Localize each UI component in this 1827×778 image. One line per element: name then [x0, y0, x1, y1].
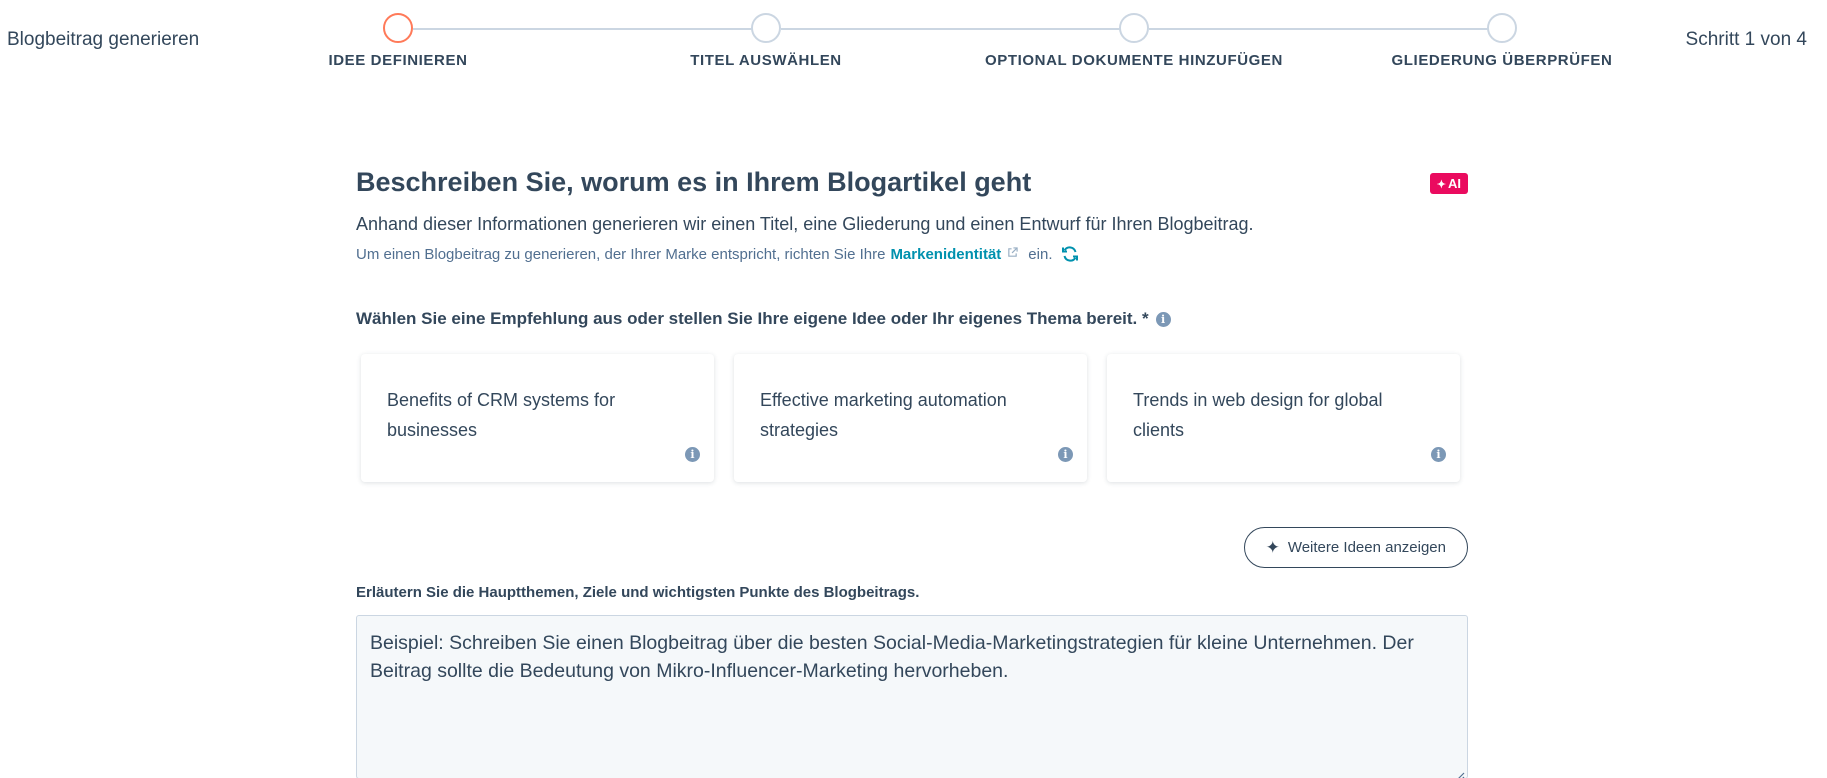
resize-handle-icon[interactable] — [1453, 769, 1465, 778]
step-indicator — [383, 13, 413, 43]
page-heading: Beschreiben Sie, worum es in Ihrem Bloga… — [356, 167, 1032, 197]
sparkle-icon: ✦ — [1265, 537, 1280, 557]
suggestion-cards: Benefits of CRM systems for businesses i… — [356, 354, 1468, 482]
step-indicator — [1119, 13, 1149, 43]
info-icon[interactable]: i — [685, 447, 700, 462]
step-label: GLIEDERUNG ÜBERPRÜFEN — [1391, 52, 1613, 69]
step-indicator — [1487, 13, 1517, 43]
suggestion-card-text: Effective marketing automation strategie… — [760, 390, 1007, 440]
idea-description-textarea[interactable] — [356, 615, 1468, 778]
more-ideas-row: ✦ Weitere Ideen anzeigen — [356, 527, 1468, 568]
page-subtitle: Anhand dieser Informationen generieren w… — [356, 214, 1254, 234]
app-title: Blogbeitrag generieren — [7, 29, 200, 50]
step-label: OPTIONAL DOKUMENTE HINZUFÜGEN — [985, 52, 1283, 69]
step-label: TITEL AUSWÄHLEN — [690, 52, 842, 69]
external-link-icon — [1007, 247, 1018, 261]
step-idee-definieren[interactable]: IDEE DEFINIEREN — [238, 13, 558, 69]
suggestion-card[interactable]: Trends in web design for global clients … — [1107, 354, 1460, 482]
info-icon[interactable]: i — [1431, 447, 1446, 462]
brand-hint-prefix: Um einen Blogbeitrag zu generieren, der … — [356, 245, 886, 263]
step-gliederung-ueberpruefen[interactable]: GLIEDERUNG ÜBERPRÜFEN — [1342, 13, 1662, 69]
step-label: IDEE DEFINIEREN — [328, 52, 468, 69]
step-titel-auswaehlen[interactable]: TITEL AUSWÄHLEN — [606, 13, 926, 69]
step-indicator — [751, 13, 781, 43]
more-ideas-button[interactable]: ✦ Weitere Ideen anzeigen — [1243, 527, 1468, 568]
suggestion-card-text: Trends in web design for global clients — [1133, 390, 1383, 440]
suggestions-label: Wählen Sie eine Empfehlung aus oder stel… — [356, 309, 1468, 329]
textarea-wrapper — [356, 615, 1468, 778]
refresh-icon[interactable] — [1061, 245, 1079, 263]
brand-identity-hint: Um einen Blogbeitrag zu generieren, der … — [356, 245, 1468, 263]
suggestion-card[interactable]: Benefits of CRM systems for businesses i — [361, 354, 714, 482]
main-content: Beschreiben Sie, worum es in Ihrem Bloga… — [356, 165, 1468, 778]
suggestion-card-text: Benefits of CRM systems for businesses — [387, 390, 616, 440]
suggestions-label-text: Wählen Sie eine Empfehlung aus oder stel… — [356, 309, 1149, 328]
info-icon[interactable]: i — [1058, 447, 1073, 462]
brand-identity-link[interactable]: Markenidentität — [890, 246, 1001, 263]
suggestion-card[interactable]: Effective marketing automation strategie… — [734, 354, 1087, 482]
info-icon[interactable]: i — [1155, 311, 1171, 327]
step-counter: Schritt 1 von 4 — [1685, 29, 1807, 50]
ai-badge: ✦ AI — [1429, 173, 1468, 194]
sparkle-icon: ✦ — [1436, 179, 1446, 191]
step-dokumente-hinzufuegen[interactable]: OPTIONAL DOKUMENTE HINZUFÜGEN — [974, 13, 1294, 69]
ai-badge-label: AI — [1448, 176, 1461, 191]
brand-hint-suffix: ein. — [1028, 245, 1053, 263]
more-ideas-button-label: Weitere Ideen anzeigen — [1287, 539, 1446, 556]
textarea-label: Erläutern Sie die Hauptthemen, Ziele und… — [356, 584, 920, 601]
